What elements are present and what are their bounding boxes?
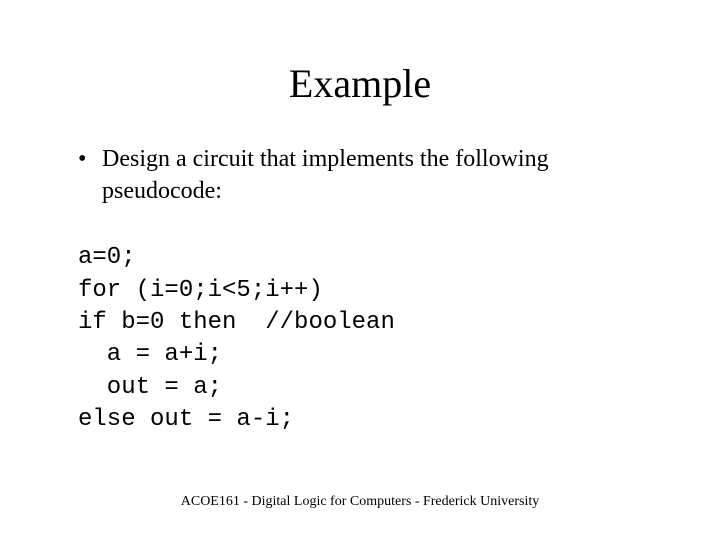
slide-title: Example [0,0,720,143]
slide-body: • Design a circuit that implements the f… [0,143,720,437]
code-block: a=0; for (i=0;i<5;i++) if b=0 then //boo… [78,210,660,437]
slide-footer: ACOE161 - Digital Logic for Computers - … [0,494,720,510]
code-line: for (i=0;i<5;i++) [78,277,323,304]
code-line: else out = a-i; [78,406,294,433]
code-line: if b=0 then //boolean [78,309,395,336]
code-line: out = a; [78,374,222,401]
bullet-item: • Design a circuit that implements the f… [78,143,660,208]
bullet-marker: • [78,143,102,175]
bullet-text: Design a circuit that implements the fol… [102,143,660,208]
slide: Example • Design a circuit that implemen… [0,0,720,540]
code-line: a=0; [78,244,136,271]
code-line: a = a+i; [78,341,222,368]
